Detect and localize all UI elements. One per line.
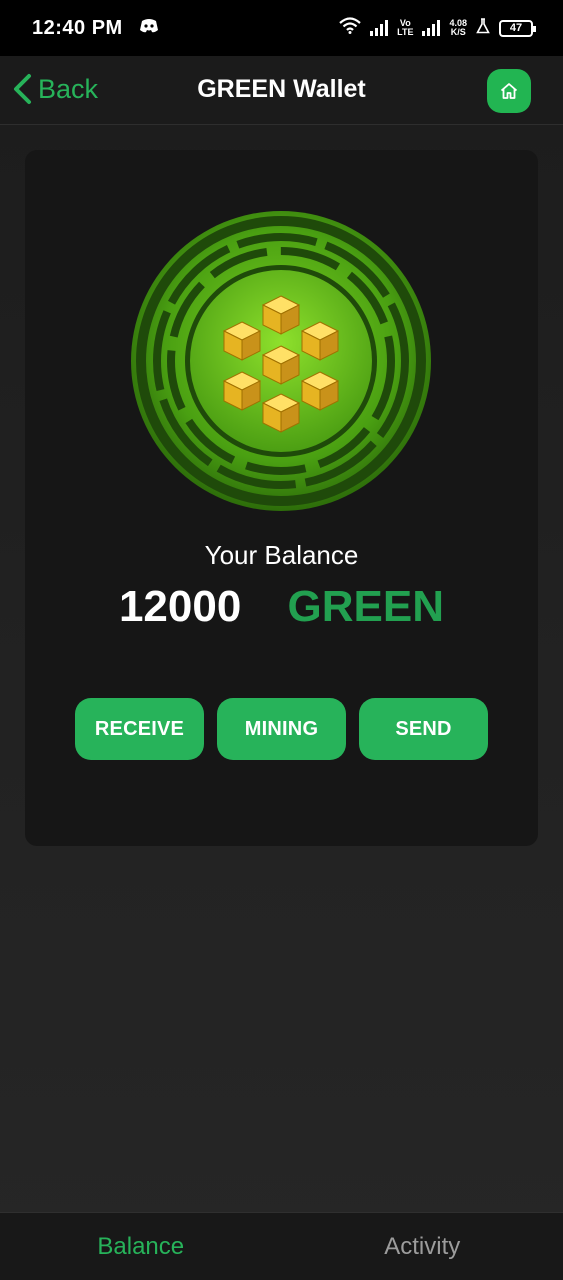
wallet-card: Your Balance 12000 GREEN RECEIVE MINING … [25,150,538,846]
bottom-nav: Balance Activity [0,1212,563,1280]
app-header: Back GREEN Wallet [0,56,563,125]
volte-indicator: Vo LTE [397,19,413,37]
tab-activity[interactable]: Activity [282,1213,563,1280]
status-bar: 12:40 PM Vo LTE 4.08 K/S 47 [0,0,563,56]
wifi-icon [339,17,361,39]
status-time: 12:40 PM [32,16,123,39]
mining-button[interactable]: MINING [217,698,346,760]
status-icons: Vo LTE 4.08 K/S 47 [339,17,536,39]
balance-label: Your Balance [204,540,359,570]
network-speed: 4.08 K/S [449,19,467,37]
balance-amount: 12000 [118,582,242,631]
balance-display: 12000 GREEN [25,582,538,632]
home-button[interactable] [487,69,531,113]
home-icon [500,83,518,99]
wallet-actions: RECEIVE MINING SEND [75,698,488,760]
volte-bottom: LTE [397,27,414,37]
page-title: GREEN Wallet [197,75,366,103]
currency-symbol: GREEN [287,582,445,631]
tab-balance[interactable]: Balance [0,1213,282,1280]
receive-button[interactable]: RECEIVE [75,698,204,760]
send-button[interactable]: SEND [359,698,488,760]
signal-icon [370,20,389,36]
flask-icon [476,17,490,39]
battery-icon: 47 [499,19,536,37]
speed-unit: K/S [450,27,466,37]
screen: 12:40 PM Vo LTE 4.08 K/S 47 Back GREEN W… [0,0,563,1280]
green-coin-logo [131,211,431,511]
discord-icon [139,18,159,39]
signal-icon [422,20,441,36]
